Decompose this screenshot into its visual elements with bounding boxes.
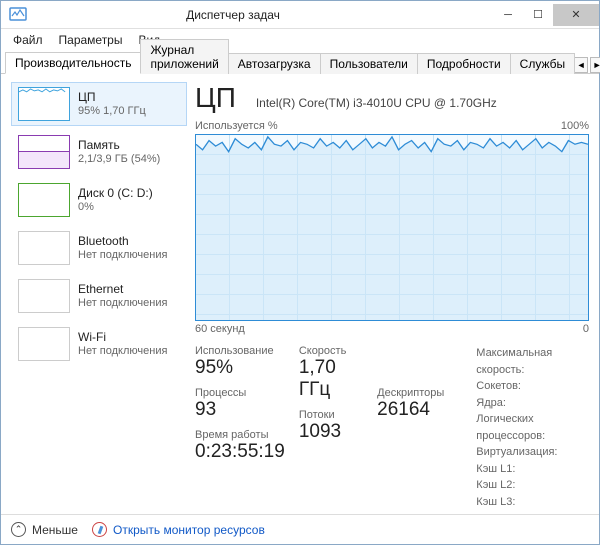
threads-label: Потоки bbox=[299, 409, 363, 421]
task-manager-window: Диспетчер задач ─ ☐ ✕ Файл Параметры Вид… bbox=[0, 0, 600, 545]
sidebar-item-memory[interactable]: Память 2,1/3,9 ГБ (54%) bbox=[11, 130, 187, 174]
sidebar-memory-label: Память bbox=[78, 138, 160, 152]
maximize-button[interactable]: ☐ bbox=[523, 4, 553, 26]
memory-thumb-icon bbox=[18, 135, 70, 169]
info-l2: Кэш L2: bbox=[476, 477, 589, 494]
sidebar-disk-label: Диск 0 (C: D:) bbox=[78, 186, 153, 200]
chevron-up-icon: ⌃ bbox=[11, 522, 26, 537]
sidebar-item-wifi[interactable]: Wi-Fi Нет подключения bbox=[11, 322, 187, 366]
speed-label: Скорость bbox=[299, 345, 363, 357]
info-logical: Логических процессоров: bbox=[476, 411, 589, 444]
sidebar-item-ethernet[interactable]: Ethernet Нет подключения bbox=[11, 274, 187, 318]
resource-link-label: Открыть монитор ресурсов bbox=[113, 523, 265, 537]
content-area: ЦП 95% 1,70 ГГц Память 2,1/3,9 ГБ (54%) … bbox=[1, 74, 599, 514]
cpu-chart[interactable] bbox=[195, 134, 589, 321]
fewer-details-button[interactable]: ⌃ Меньше bbox=[11, 522, 78, 537]
sidebar-memory-sub: 2,1/3,9 ГБ (54%) bbox=[78, 153, 160, 166]
ethernet-thumb-icon bbox=[18, 279, 70, 313]
speed-value: 1,70 ГГц bbox=[299, 357, 363, 401]
chart-0-label: 0 bbox=[583, 323, 589, 335]
threads-value: 1093 bbox=[299, 421, 363, 443]
info-virt: Виртуализация: bbox=[476, 444, 589, 461]
chart-100-label: 100% bbox=[561, 120, 589, 132]
sidebar-eth-sub: Нет подключения bbox=[78, 297, 167, 310]
sidebar-eth-label: Ethernet bbox=[78, 282, 167, 296]
minimize-button[interactable]: ─ bbox=[493, 4, 523, 26]
tab-details[interactable]: Подробности bbox=[417, 53, 511, 74]
cpu-info-block: Максимальная скорость: Сокетов: Ядра: Ло… bbox=[476, 345, 589, 510]
sidebar-item-bluetooth[interactable]: Bluetooth Нет подключения bbox=[11, 226, 187, 270]
info-l1: Кэш L1: bbox=[476, 461, 589, 478]
open-resource-monitor-link[interactable]: Открыть монитор ресурсов bbox=[92, 522, 265, 537]
usage-label: Использование bbox=[195, 345, 285, 357]
titlebar[interactable]: Диспетчер задач ─ ☐ ✕ bbox=[1, 1, 599, 29]
uptime-value: 0:23:55:19 bbox=[195, 441, 285, 463]
info-cores: Ядра: bbox=[476, 395, 589, 412]
sidebar-cpu-label: ЦП bbox=[78, 90, 146, 104]
resource-monitor-icon bbox=[92, 522, 107, 537]
usage-value: 95% bbox=[195, 357, 285, 379]
tab-scroll-left[interactable]: ◄ bbox=[574, 57, 588, 73]
processes-label: Процессы bbox=[195, 387, 285, 399]
disk-thumb-icon bbox=[18, 183, 70, 217]
tab-app-history[interactable]: Журнал приложений bbox=[140, 39, 228, 74]
menubar: Файл Параметры Вид bbox=[1, 29, 599, 50]
handles-label: Дескрипторы bbox=[377, 387, 444, 399]
wifi-thumb-icon bbox=[18, 327, 70, 361]
processes-value: 93 bbox=[195, 399, 285, 421]
sidebar-bt-label: Bluetooth bbox=[78, 234, 167, 248]
tab-users[interactable]: Пользователи bbox=[320, 53, 418, 74]
info-maxspeed: Максимальная скорость: bbox=[476, 345, 589, 378]
sidebar-item-disk[interactable]: Диск 0 (C: D:) 0% bbox=[11, 178, 187, 222]
tab-startup[interactable]: Автозагрузка bbox=[228, 53, 321, 74]
perf-sidebar: ЦП 95% 1,70 ГГц Память 2,1/3,9 ГБ (54%) … bbox=[11, 82, 187, 510]
info-l3: Кэш L3: bbox=[476, 494, 589, 511]
tab-scroll-right[interactable]: ► bbox=[590, 57, 600, 73]
cpu-thumb-icon bbox=[18, 87, 70, 121]
chart-60s-label: 60 секунд bbox=[195, 323, 245, 335]
sidebar-bt-sub: Нет подключения bbox=[78, 249, 167, 262]
sidebar-cpu-sub: 95% 1,70 ГГц bbox=[78, 105, 146, 118]
main-panel: ЦП Intel(R) Core(TM) i3-4010U CPU @ 1.70… bbox=[195, 82, 589, 510]
sidebar-wifi-sub: Нет подключения bbox=[78, 345, 167, 358]
fewer-label: Меньше bbox=[32, 523, 78, 537]
info-sockets: Сокетов: bbox=[476, 378, 589, 395]
close-button[interactable]: ✕ bbox=[553, 4, 599, 26]
handles-value: 26164 bbox=[377, 399, 444, 421]
tab-services[interactable]: Службы bbox=[510, 53, 575, 74]
tabstrip: Производительность Журнал приложений Авт… bbox=[1, 50, 599, 74]
footer: ⌃ Меньше Открыть монитор ресурсов bbox=[1, 514, 599, 544]
chart-usage-label: Используется % bbox=[195, 120, 278, 132]
processor-name: Intel(R) Core(TM) i3-4010U CPU @ 1.70GHz bbox=[256, 96, 497, 110]
bluetooth-thumb-icon bbox=[18, 231, 70, 265]
sidebar-wifi-label: Wi-Fi bbox=[78, 330, 167, 344]
sidebar-disk-sub: 0% bbox=[78, 201, 153, 214]
uptime-label: Время работы bbox=[195, 429, 285, 441]
tab-performance[interactable]: Производительность bbox=[5, 52, 141, 74]
page-title: ЦП bbox=[195, 82, 236, 114]
menu-file[interactable]: Файл bbox=[5, 31, 51, 49]
menu-options[interactable]: Параметры bbox=[51, 31, 131, 49]
sidebar-item-cpu[interactable]: ЦП 95% 1,70 ГГц bbox=[11, 82, 187, 126]
window-title: Диспетчер задач bbox=[0, 8, 493, 22]
